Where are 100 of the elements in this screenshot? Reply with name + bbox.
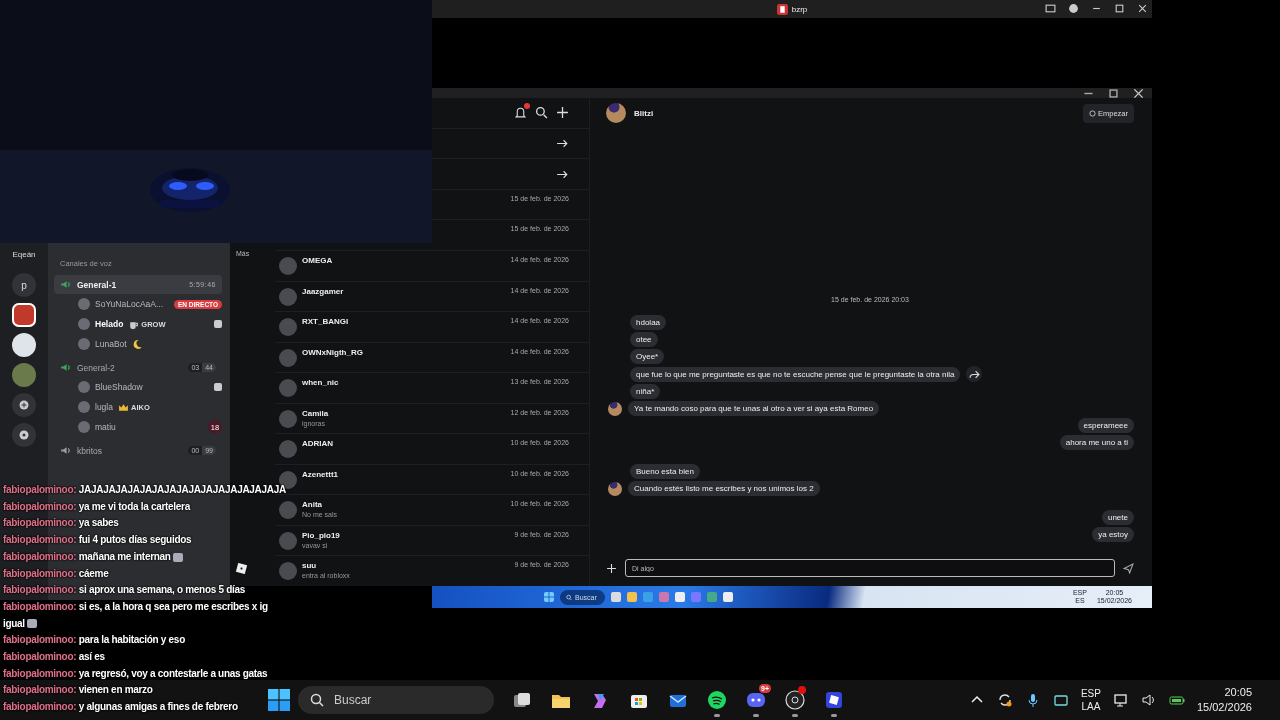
app-icon[interactable]	[610, 592, 621, 602]
chat-message: fabiopalominoo: vienen en marzo	[3, 683, 153, 698]
language-indicator[interactable]: ESP	[1080, 687, 1101, 700]
contact-name: Jaazgamer	[302, 286, 344, 297]
server-button[interactable]: p	[12, 273, 36, 297]
member-name[interactable]: lugla	[95, 402, 113, 412]
chat-message: fabiopalominoo: cáeme	[3, 566, 109, 581]
avatar	[279, 562, 297, 581]
contact-name: Blitzi	[634, 108, 655, 118]
notification-dot	[524, 103, 530, 110]
share-icon	[968, 368, 980, 380]
chat-message: fabiopalominoo: ya regresó, voy a contestarle a unas gatas	[3, 666, 268, 681]
server-icon[interactable]	[12, 303, 36, 327]
running-indicator	[752, 714, 759, 717]
contact-name: Camila	[302, 408, 329, 419]
message-bubble: Bueno esta bien	[630, 464, 700, 479]
running-indicator	[713, 714, 720, 717]
language-indicator[interactable]: LAA	[1080, 700, 1101, 713]
member-name[interactable]: SoYuNaLocAaA...	[95, 299, 164, 309]
send-icon[interactable]	[1123, 562, 1134, 574]
contact-name: ADRIAN	[302, 439, 334, 450]
task-view-icon	[511, 690, 532, 710]
member-name[interactable]: matiu	[95, 422, 116, 432]
avatar	[279, 287, 297, 306]
contact-name: Pio_pio19	[302, 530, 340, 541]
message-bubble: Cuando estés listo me escribes y nos unimos los 2	[628, 481, 820, 496]
plus-icon[interactable]	[556, 106, 569, 120]
crown-icon	[117, 401, 129, 413]
running-indicator	[830, 714, 837, 717]
avatar	[78, 381, 90, 393]
app-icon[interactable]	[626, 592, 637, 602]
chat-message: fabiopalominoo: y algunas amigas a fines de febrero	[3, 700, 238, 715]
message-bubble: ahora me uno a ti	[1059, 435, 1134, 450]
message-bubble: hdolaa	[630, 315, 667, 330]
roblox-icon[interactable]	[236, 563, 247, 574]
volume-icon[interactable]	[1140, 692, 1157, 708]
avatar	[606, 103, 626, 123]
avatar	[78, 338, 90, 350]
server-icon[interactable]	[12, 333, 36, 357]
record-icon	[784, 690, 805, 710]
message-bubble: que fue lo que me preguntaste es que no te escuche pense que le preguntaste la otra nila	[630, 366, 961, 382]
avatar	[279, 348, 297, 367]
app-icon[interactable]	[674, 592, 685, 602]
running-indicator	[791, 714, 798, 717]
search-icon[interactable]	[535, 106, 548, 120]
message-bubble: niña*	[630, 384, 661, 399]
avatar	[279, 379, 297, 398]
avatar	[279, 318, 297, 337]
message-bubble: ya estoy	[1092, 527, 1134, 542]
moon-icon	[131, 338, 143, 350]
contact-name: when_nic	[302, 378, 339, 389]
close-icon[interactable]	[1137, 3, 1148, 14]
clock-time[interactable]: 20:05	[1196, 684, 1252, 700]
avatar	[279, 531, 297, 550]
close-icon[interactable]	[1133, 87, 1144, 99]
avatar	[78, 318, 90, 330]
avatar	[279, 501, 297, 520]
window-title: bzrp	[791, 4, 808, 14]
chat-message: fabiopalominoo: JAJAJAJAJAJAJAJAJAJAJAJAJAJAJAJAJA	[3, 483, 286, 497]
chat-message: fabiopalominoo: fui 4 putos días seguidos	[3, 533, 192, 548]
windows-icon[interactable]	[268, 689, 290, 711]
member-name[interactable]: BlueShadow	[95, 382, 143, 392]
contact-name: Anita	[302, 500, 322, 511]
search-field[interactable]: Buscar	[298, 686, 494, 714]
chat-message: fabiopalominoo: ya sabes	[3, 516, 119, 531]
avatar	[279, 409, 297, 428]
avatar	[279, 256, 297, 275]
screen-icon[interactable]	[1052, 692, 1069, 708]
chat-message: fabiopalominoo: mañana me internan	[3, 548, 183, 566]
message-bubble: unete	[1101, 510, 1134, 525]
avatar	[78, 298, 90, 310]
restore-icon[interactable]	[1108, 87, 1119, 99]
add-server-icon[interactable]	[12, 393, 36, 417]
member-name[interactable]: Helado	[95, 319, 124, 329]
message-bubble: Oyee*	[630, 349, 665, 364]
bell-icon[interactable]	[514, 106, 527, 120]
flag-icon	[776, 3, 788, 15]
screen-icon[interactable]	[1045, 3, 1056, 14]
message-bubble: Ya te mando coso para que te unas al otro a ver si aya esta Romeo	[628, 401, 880, 416]
member-name[interactable]: LunaBot	[95, 339, 127, 349]
chat-app-icon	[745, 690, 766, 710]
search-icon	[310, 693, 324, 707]
compass-icon[interactable]	[12, 423, 36, 447]
app-icon[interactable]	[722, 592, 733, 602]
network-icon[interactable]	[1112, 692, 1129, 708]
contact-name: Azenettt1	[302, 469, 338, 480]
sync-icon[interactable]	[996, 692, 1013, 708]
chat-message: fabiopalominoo: así es	[3, 650, 105, 665]
avatar	[279, 440, 297, 459]
plus-icon[interactable]	[606, 562, 617, 574]
maximize-icon[interactable]	[1114, 3, 1125, 14]
contact-name: RXT_BANGI	[302, 317, 349, 328]
avatar	[78, 421, 90, 433]
clock-date[interactable]: 15/02/2026	[1196, 700, 1252, 716]
share-button[interactable]	[966, 366, 983, 382]
message-bubble: esperameee	[1077, 418, 1134, 433]
server-name: Eqeán	[12, 249, 36, 261]
contact-name: suu	[302, 561, 317, 572]
chat-message: fabiopalominoo: para la habitación y eso	[3, 633, 185, 648]
contact-name: OWNxNigth_RG	[302, 347, 363, 358]
